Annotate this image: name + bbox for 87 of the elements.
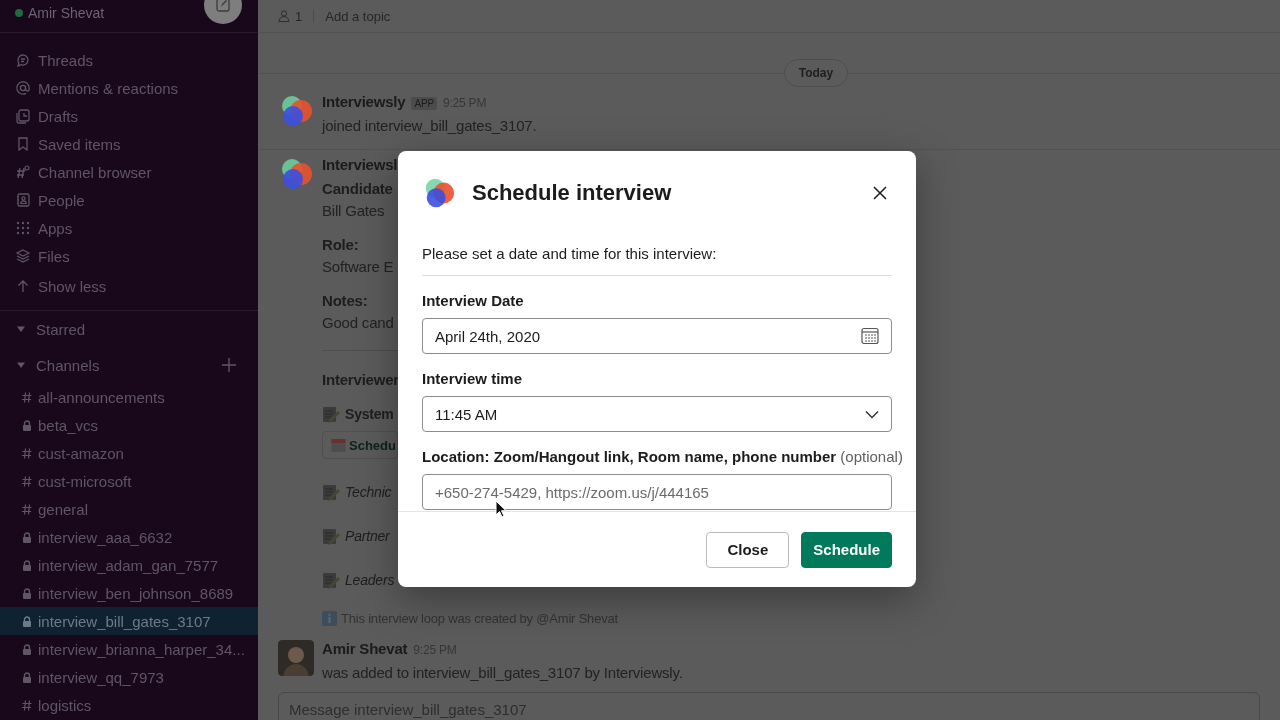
message-text: joined interview_bill_gates_3107. [322, 116, 537, 136]
hash-search-icon [15, 164, 31, 180]
author-name[interactable]: Interviewsl [322, 156, 398, 173]
nav-item[interactable]: Apps [0, 214, 258, 242]
info-icon [322, 611, 337, 626]
lock-icon [22, 615, 32, 627]
user-name[interactable]: Amir Shevat [28, 5, 105, 21]
nav-item[interactable]: People [0, 186, 258, 214]
field-label: Interview Date [422, 292, 524, 309]
message-text: was added to interview_bill_gates_3107 by Interviewsly. [322, 663, 683, 683]
channel-item[interactable]: interview_adam_gan_7577 [0, 551, 258, 579]
threads-icon [15, 52, 31, 68]
nav-item[interactable]: Channel browser [0, 158, 258, 186]
person-icon [278, 10, 290, 22]
author-name[interactable]: Amir Shevat [322, 640, 408, 657]
channel-item[interactable]: interview_aaa_6632 [0, 523, 258, 551]
lock-icon [22, 671, 32, 683]
nav-item[interactable]: Threads [0, 46, 258, 74]
section-title: Interviewer [322, 370, 399, 390]
compose-icon [216, 0, 230, 12]
at-icon [15, 80, 31, 96]
drafts-icon [15, 108, 31, 124]
hash-icon [22, 699, 32, 711]
field-label: Location: Zoom/Hangout link, Room name, phone number [422, 448, 837, 465]
dialog-title: Schedule interview [472, 180, 673, 206]
lock-icon [22, 419, 32, 431]
memo-pencil-icon [322, 527, 340, 545]
channel-item[interactable]: interview_brianna_harper_34... [0, 635, 258, 663]
schedule-button[interactable]: Schedule [801, 531, 892, 568]
hash-icon [22, 503, 32, 515]
avatar-icon [278, 640, 314, 676]
nav-item[interactable]: Mentions & reactions [0, 74, 258, 102]
channel-item[interactable]: cust-microsoft [0, 467, 258, 495]
field-label: Role: [322, 235, 360, 255]
nav-item[interactable]: Saved items [0, 130, 258, 158]
interview-title: Technic [345, 484, 392, 500]
plus-icon[interactable] [222, 358, 236, 372]
section-heading[interactable]: Starred [36, 320, 236, 338]
bookmark-icon [15, 136, 31, 152]
interview-title: System [345, 406, 394, 422]
nav-item[interactable]: Files [0, 242, 258, 270]
memo-pencil-icon [322, 483, 340, 501]
location-input[interactable]: +650-274-5429, https://zoom.us/j/444165 [422, 474, 892, 510]
time-select[interactable]: 11:45 AM [422, 396, 892, 432]
lock-icon [22, 643, 32, 655]
date-divider[interactable]: Today [783, 59, 849, 87]
nav-item[interactable]: Drafts [0, 102, 258, 130]
optional-hint: (optional) [840, 448, 903, 465]
field-value: Bill Gates [322, 201, 386, 221]
lock-icon [22, 559, 32, 571]
interview-title: Leaders [345, 572, 395, 588]
cursor-icon [495, 500, 507, 518]
date-picker[interactable]: April 24th, 2020 [422, 318, 892, 354]
channel-item[interactable]: all-announcements [0, 383, 258, 411]
interview-title: Partner [345, 528, 390, 544]
hash-icon [22, 447, 32, 459]
channel-item[interactable]: cust-amazon [0, 439, 258, 467]
chevron-down-icon [865, 409, 879, 419]
channel-item[interactable]: general [0, 495, 258, 523]
contact-card-icon [15, 192, 31, 208]
section-heading[interactable]: Channels [36, 356, 212, 374]
channel-item[interactable]: logistics [0, 691, 258, 719]
calendar-icon [331, 437, 346, 453]
caret-icon[interactable] [16, 360, 26, 370]
field-value: Good cand [322, 313, 394, 333]
intro-text: Please set a date and time for this interview: [422, 237, 892, 276]
field-label: Candidate [322, 179, 393, 199]
caret-icon[interactable] [16, 324, 26, 334]
schedule-button[interactable]: Schedu [322, 431, 398, 459]
channel-item[interactable]: beta_vcs [0, 411, 258, 439]
nav-item[interactable]: Show less [0, 272, 258, 300]
memo-pencil-icon [322, 571, 340, 589]
lock-icon [22, 531, 32, 543]
hash-icon [22, 391, 32, 403]
channel-item[interactable]: interview_bill_gates_3107 [0, 607, 258, 635]
channel-item[interactable]: interview_qq_7973 [0, 663, 258, 691]
close-button[interactable]: Close [706, 531, 790, 568]
apps-grid-icon [15, 220, 31, 236]
channel-item[interactable]: interview_ben_johnson_8689 [0, 579, 258, 607]
author-name[interactable]: Interviewsly [322, 93, 406, 110]
field-label: Interview time [422, 370, 523, 387]
layers-icon [15, 248, 31, 264]
calendar-icon [861, 327, 879, 345]
hash-icon [22, 475, 32, 487]
memo-pencil-icon [322, 405, 340, 423]
field-label: Notes: [322, 291, 369, 311]
lock-icon [22, 587, 32, 599]
